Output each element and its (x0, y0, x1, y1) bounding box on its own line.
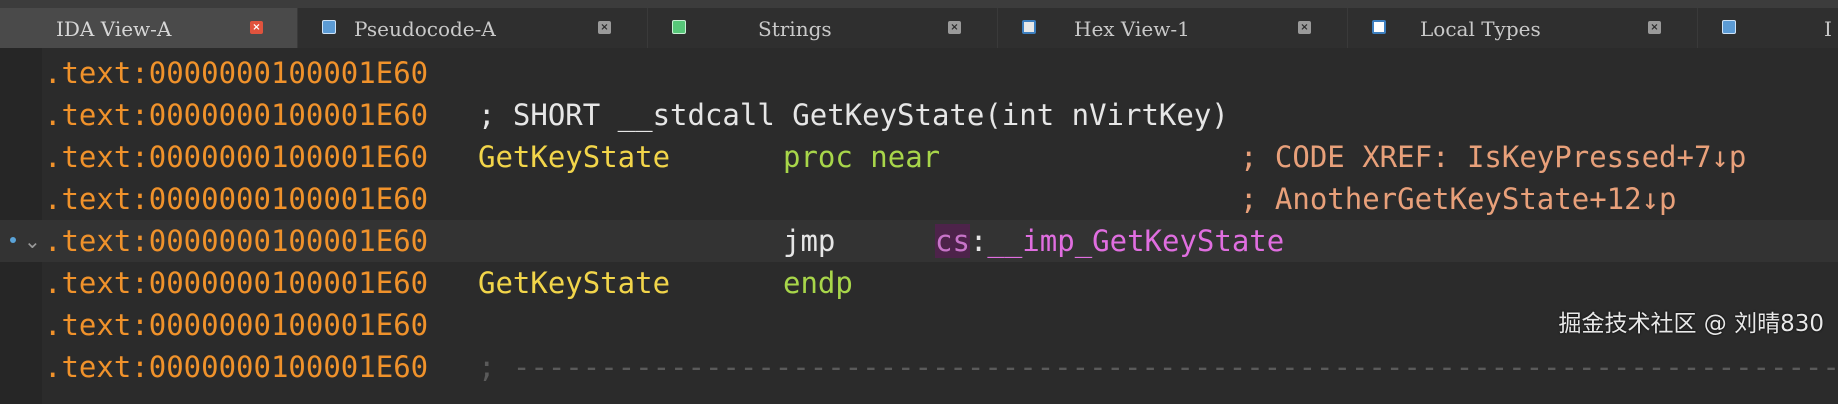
chevron-down-icon[interactable]: ⌄ (24, 220, 41, 262)
close-icon[interactable]: × (948, 21, 961, 34)
address: .text:0000000100001E60 (44, 98, 429, 132)
address: .text:0000000100001E60 (44, 182, 429, 216)
listing-line[interactable]: .text:0000000100001E60 GetKeyState proc … (0, 136, 1838, 178)
tab-local-types[interactable]: Local Types × (1348, 8, 1698, 48)
import-symbol[interactable]: __imp_GetKeyState (987, 224, 1284, 258)
watermark: 掘金技术社区 @ 刘晴830 (1558, 311, 1824, 337)
xref-comment[interactable]: ; CODE XREF: IsKeyPressed+7↓p (1240, 136, 1746, 178)
address: .text:0000000100001E60 (44, 56, 429, 90)
tab-ida-view-a[interactable]: IDA View-A × (0, 8, 298, 48)
tab-next[interactable]: I (1698, 8, 1838, 48)
listing-line[interactable]: .text:0000000100001E60 GetKeyState endp (0, 262, 1838, 304)
next-tab-icon (1722, 20, 1736, 34)
proc-directive: proc near (783, 140, 941, 174)
tab-label: Local Types (1420, 17, 1541, 41)
breakpoint-dot-icon[interactable] (10, 237, 16, 243)
tab-label: IDA View-A (56, 17, 172, 41)
close-icon[interactable]: × (250, 21, 263, 34)
listing-line[interactable]: .text:0000000100001E60 ; ---------------… (0, 346, 1838, 388)
tab-hex-view-1[interactable]: Hex View-1 × (998, 8, 1348, 48)
tab-label: Pseudocode-A (354, 17, 496, 41)
tab-pseudocode-a[interactable]: Pseudocode-A × (298, 8, 648, 48)
tab-strings[interactable]: Strings × (648, 8, 998, 48)
disassembly-view[interactable]: .text:0000000100001E60 .text:00000001000… (0, 48, 1838, 404)
tab-label: I (1824, 17, 1832, 41)
ida-window: IDA View-A × Pseudocode-A × Strings × He… (0, 0, 1838, 404)
listing-line[interactable]: .text:0000000100001E60 (0, 52, 1838, 94)
mnemonic: jmp (783, 224, 836, 258)
tab-label: Strings (758, 17, 832, 41)
pseudocode-icon (322, 20, 336, 34)
listing-line[interactable]: .text:0000000100001E60 ; SHORT __stdcall… (0, 94, 1838, 136)
function-name[interactable]: GetKeyState (478, 262, 670, 304)
address: .text:0000000100001E60 (44, 350, 429, 384)
close-icon[interactable]: × (1298, 21, 1311, 34)
separator-line: ; --------------------------------------… (478, 350, 1838, 384)
hex-view-icon (1022, 20, 1036, 34)
local-types-icon (1372, 20, 1386, 34)
close-icon[interactable]: × (598, 21, 611, 34)
prototype-comment: ; SHORT __stdcall GetKeyState(int nVirtK… (478, 98, 1229, 132)
segment-register[interactable]: cs (935, 224, 970, 258)
strings-icon (672, 20, 686, 34)
tab-bar: IDA View-A × Pseudocode-A × Strings × He… (0, 0, 1838, 48)
listing-line[interactable]: .text:0000000100001E60 ; AnotherGetKeySt… (0, 178, 1838, 220)
address: .text:0000000100001E60 (44, 308, 429, 342)
operand: cs:__imp_GetKeyState (935, 220, 1284, 262)
address: .text:0000000100001E60 (44, 140, 429, 174)
address: .text:0000000100001E60 (44, 224, 429, 258)
operand-colon: : (969, 224, 988, 258)
function-name[interactable]: GetKeyState (478, 136, 670, 178)
close-icon[interactable]: × (1648, 21, 1661, 34)
xref-comment[interactable]: ; AnotherGetKeyState+12↓p (1240, 178, 1677, 220)
current-listing-line[interactable]: ⌄ .text:0000000100001E60 jmp cs:__imp_Ge… (0, 220, 1838, 262)
endp-directive: endp (783, 266, 853, 300)
address: .text:0000000100001E60 (44, 266, 429, 300)
tab-label: Hex View-1 (1074, 17, 1190, 41)
